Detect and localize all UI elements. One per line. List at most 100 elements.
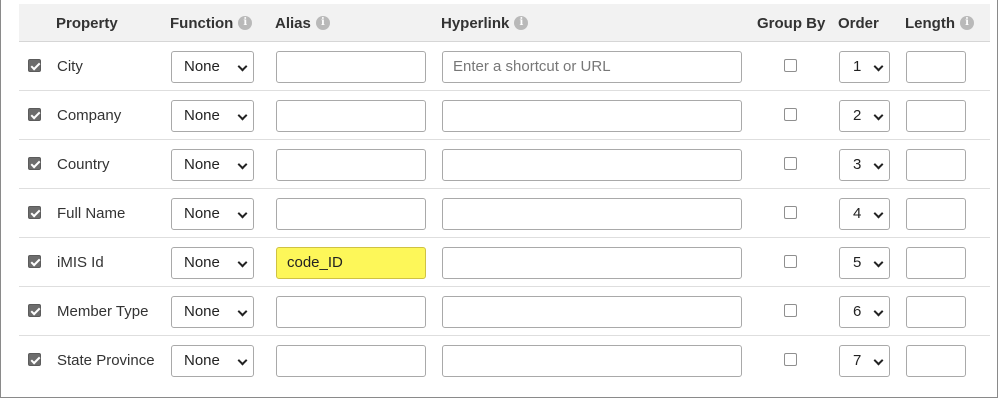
- grid-header: Property Function i Alias i Hyperlink i Gro…: [19, 4, 990, 42]
- group-by-checkbox[interactable]: [784, 157, 797, 170]
- function-select-value: None: [184, 58, 220, 75]
- table-row: Company None 2: [19, 91, 990, 140]
- alias-input[interactable]: [276, 51, 426, 83]
- function-select[interactable]: None: [171, 100, 254, 132]
- table-row: iMIS Id None code_ID 5: [19, 238, 990, 287]
- chevron-down-icon: [237, 257, 248, 268]
- hyperlink-info-icon[interactable]: i: [514, 16, 529, 30]
- order-select[interactable]: 7: [839, 345, 890, 377]
- hyperlink-input[interactable]: [442, 149, 742, 181]
- function-select[interactable]: None: [171, 149, 254, 181]
- chevron-down-icon: [237, 306, 248, 317]
- alias-input[interactable]: [276, 296, 426, 328]
- group-by-checkbox[interactable]: [784, 304, 797, 317]
- group-by-checkbox[interactable]: [784, 206, 797, 219]
- header-length: Length i: [905, 15, 974, 32]
- order-select-value: 5: [853, 254, 862, 271]
- property-name: Country: [57, 156, 110, 173]
- order-select[interactable]: 3: [839, 149, 890, 181]
- length-info-icon[interactable]: i: [960, 16, 974, 30]
- property-name: City: [57, 58, 83, 75]
- length-input[interactable]: [906, 247, 966, 279]
- alias-input[interactable]: [276, 149, 426, 181]
- include-checkbox[interactable]: [28, 206, 41, 219]
- header-property: Property: [56, 15, 118, 32]
- header-hyperlink: Hyperlink i: [441, 15, 529, 32]
- order-select[interactable]: 5: [839, 247, 890, 279]
- chevron-down-icon: [873, 257, 884, 268]
- chevron-down-icon: [873, 208, 884, 219]
- function-select-value: None: [184, 352, 220, 369]
- alias-input[interactable]: code_ID: [276, 247, 426, 279]
- table-row: City None Enter a shortcut or URL 1: [19, 42, 990, 91]
- alias-input[interactable]: [276, 100, 426, 132]
- order-select-value: 2: [853, 107, 862, 124]
- header-function-label: Function: [170, 15, 234, 32]
- table-row: Member Type None 6: [19, 287, 990, 336]
- chevron-down-icon: [237, 208, 248, 219]
- header-function: Function i: [170, 15, 253, 32]
- function-select[interactable]: None: [171, 51, 254, 83]
- function-select-value: None: [184, 205, 220, 222]
- include-checkbox[interactable]: [28, 157, 41, 170]
- order-select-value: 6: [853, 303, 862, 320]
- length-input[interactable]: [906, 51, 966, 83]
- property-name: State Province: [57, 352, 155, 369]
- chevron-down-icon: [237, 110, 248, 121]
- order-select-value: 7: [853, 352, 862, 369]
- table-row: Country None 3: [19, 140, 990, 189]
- hyperlink-input[interactable]: [442, 198, 742, 230]
- header-length-label: Length: [905, 15, 955, 32]
- header-hyperlink-label: Hyperlink: [441, 15, 510, 32]
- chevron-down-icon: [873, 306, 884, 317]
- order-select[interactable]: 2: [839, 100, 890, 132]
- include-checkbox[interactable]: [28, 304, 41, 317]
- function-select[interactable]: None: [171, 247, 254, 279]
- alias-input[interactable]: [276, 345, 426, 377]
- length-input[interactable]: [906, 198, 966, 230]
- group-by-checkbox[interactable]: [784, 255, 797, 268]
- function-select[interactable]: None: [171, 198, 254, 230]
- group-by-checkbox[interactable]: [784, 108, 797, 121]
- header-order: Order: [838, 15, 879, 32]
- property-name: Full Name: [57, 205, 126, 222]
- function-info-icon[interactable]: i: [238, 16, 253, 30]
- group-by-checkbox[interactable]: [784, 353, 797, 366]
- chevron-down-icon: [873, 159, 884, 170]
- chevron-down-icon: [237, 159, 248, 170]
- columns-grid: Property Function i Alias i Hyperlink i Gro…: [19, 4, 990, 385]
- group-by-checkbox[interactable]: [784, 59, 797, 72]
- alias-info-icon[interactable]: i: [315, 16, 330, 30]
- property-name: iMIS Id: [57, 254, 104, 271]
- chevron-down-icon: [873, 355, 884, 366]
- order-select[interactable]: 4: [839, 198, 890, 230]
- length-input[interactable]: [906, 100, 966, 132]
- function-select[interactable]: None: [171, 296, 254, 328]
- hyperlink-input[interactable]: [442, 296, 742, 328]
- include-checkbox[interactable]: [28, 255, 41, 268]
- function-select-value: None: [184, 254, 220, 271]
- hyperlink-input[interactable]: Enter a shortcut or URL: [442, 51, 742, 83]
- include-checkbox[interactable]: [28, 59, 41, 72]
- grid-body: City None Enter a shortcut or URL 1 Comp…: [19, 42, 990, 385]
- order-select[interactable]: 1: [839, 51, 890, 83]
- function-select[interactable]: None: [171, 345, 254, 377]
- include-checkbox[interactable]: [28, 353, 41, 366]
- header-group-by: Group By: [757, 15, 826, 32]
- include-checkbox[interactable]: [28, 108, 41, 121]
- length-input[interactable]: [906, 149, 966, 181]
- hyperlink-input[interactable]: [442, 100, 742, 132]
- length-input[interactable]: [906, 345, 966, 377]
- function-select-value: None: [184, 303, 220, 320]
- chevron-down-icon: [237, 61, 248, 72]
- header-alias: Alias i: [275, 15, 330, 32]
- order-select[interactable]: 6: [839, 296, 890, 328]
- alias-input[interactable]: [276, 198, 426, 230]
- function-select-value: None: [184, 107, 220, 124]
- table-row: Full Name None 4: [19, 189, 990, 238]
- property-name: Member Type: [57, 303, 149, 320]
- hyperlink-input[interactable]: [442, 345, 742, 377]
- hyperlink-input[interactable]: [442, 247, 742, 279]
- chevron-down-icon: [237, 355, 248, 366]
- length-input[interactable]: [906, 296, 966, 328]
